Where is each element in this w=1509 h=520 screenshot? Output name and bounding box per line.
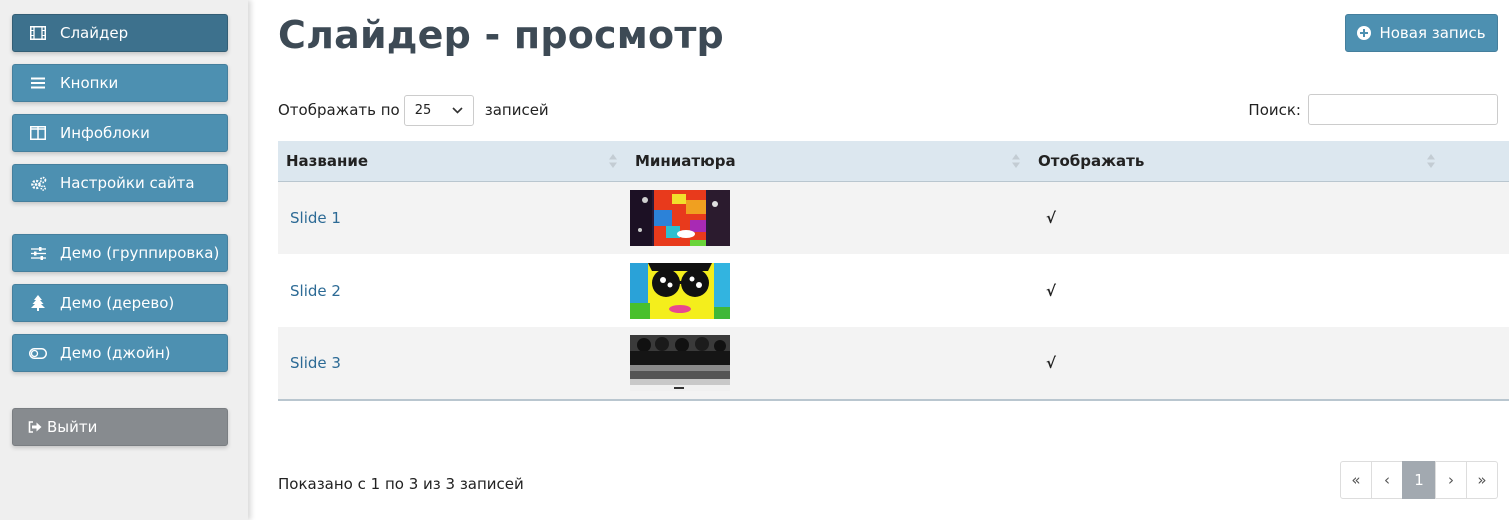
length-prefix: Отображать по [278, 101, 400, 119]
sidebar-item-infoblocks[interactable]: Инфоблоки [12, 114, 228, 152]
sidebar-item-slider[interactable]: Слайдер [12, 14, 228, 52]
search-input[interactable] [1308, 94, 1498, 125]
pagination-first[interactable]: « [1340, 461, 1372, 499]
new-record-button[interactable]: Новая запись [1345, 14, 1498, 52]
pagination-prev[interactable]: ‹ [1371, 461, 1403, 499]
sliders-icon [29, 244, 47, 262]
column-header-visible[interactable]: Отображать [1030, 141, 1509, 182]
column-header-thumbnail[interactable]: Миниатюра [627, 141, 1030, 182]
film-icon [29, 24, 47, 42]
page-length-select[interactable]: 25 [403, 94, 474, 126]
search-control: Поиск: [1248, 94, 1498, 125]
columns-icon [29, 124, 47, 142]
table-header-row: Название Миниатюра Отображать [278, 141, 1509, 182]
page-length-value: 25 [414, 102, 432, 118]
length-suffix: записей [484, 101, 549, 119]
sidebar-item-label: Настройки сайта [60, 174, 195, 192]
sidebar-item-demo-grouping[interactable]: Демо (группировка) [12, 234, 228, 272]
sort-icon [609, 153, 617, 169]
tree-icon [29, 294, 47, 312]
sidebar-item-demo-join[interactable]: Демо (джойн) [12, 334, 228, 372]
search-label: Поиск: [1248, 100, 1301, 119]
table-row: Slide 2 √ [278, 254, 1509, 327]
sidebar-item-label: Демо (дерево) [60, 294, 175, 312]
slide-link[interactable]: Slide 2 [290, 282, 341, 300]
sort-icon [1427, 153, 1435, 169]
colorful-face-thumbnail [630, 189, 730, 246]
new-record-label: Новая запись [1379, 24, 1486, 42]
band-photo-thumbnail [630, 335, 730, 391]
table-row: Slide 1 √ [278, 181, 1509, 254]
sidebar-item-label: Инфоблоки [60, 124, 150, 142]
sidebar: Слайдер Кнопки Инфоблоки Настройки сайта… [0, 0, 248, 520]
pagination-page-1[interactable]: 1 [1402, 461, 1436, 499]
sort-icon [1012, 153, 1020, 169]
plus-circle-icon [1357, 26, 1372, 40]
page-length-control: Отображать по 25 записей [278, 94, 549, 126]
sidebar-item-label: Демо (джойн) [60, 344, 171, 362]
main-content: Слайдер - просмотр Новая запись Отобража… [248, 0, 1509, 520]
column-header-name[interactable]: Название [278, 141, 627, 182]
sidebar-item-label: Демо (группировка) [60, 244, 220, 262]
pagination-last[interactable]: » [1466, 461, 1498, 499]
chevron-down-icon [452, 103, 463, 118]
toggle-icon [29, 344, 47, 362]
pagination: « ‹ 1 › » [1340, 461, 1498, 499]
logout-label: Выйти [47, 418, 98, 436]
sidebar-item-buttons[interactable]: Кнопки [12, 64, 228, 102]
sidebar-item-site-settings[interactable]: Настройки сайта [12, 164, 228, 202]
slide-link[interactable]: Slide 1 [290, 209, 341, 227]
page-title: Слайдер - просмотр [278, 13, 724, 57]
logout-button[interactable]: Выйти [12, 408, 228, 446]
sidebar-item-demo-tree[interactable]: Демо (дерево) [12, 284, 228, 322]
list-icon [29, 74, 47, 92]
slide-link[interactable]: Slide 3 [290, 354, 341, 372]
sign-out-icon [27, 418, 43, 436]
cogs-icon [29, 174, 47, 192]
visible-check: √ [1046, 354, 1057, 372]
sidebar-item-label: Кнопки [60, 74, 119, 92]
records-table: Название Миниатюра Отображать Slide 1 √ … [278, 141, 1509, 401]
pagination-next[interactable]: › [1435, 461, 1467, 499]
table-row: Slide 3 √ [278, 327, 1509, 401]
visible-check: √ [1046, 281, 1057, 300]
table-info: Показано с 1 по 3 из 3 записей [278, 475, 524, 493]
visible-check: √ [1046, 208, 1057, 227]
sunglasses-face-thumbnail [630, 262, 730, 319]
sidebar-item-label: Слайдер [60, 24, 129, 42]
